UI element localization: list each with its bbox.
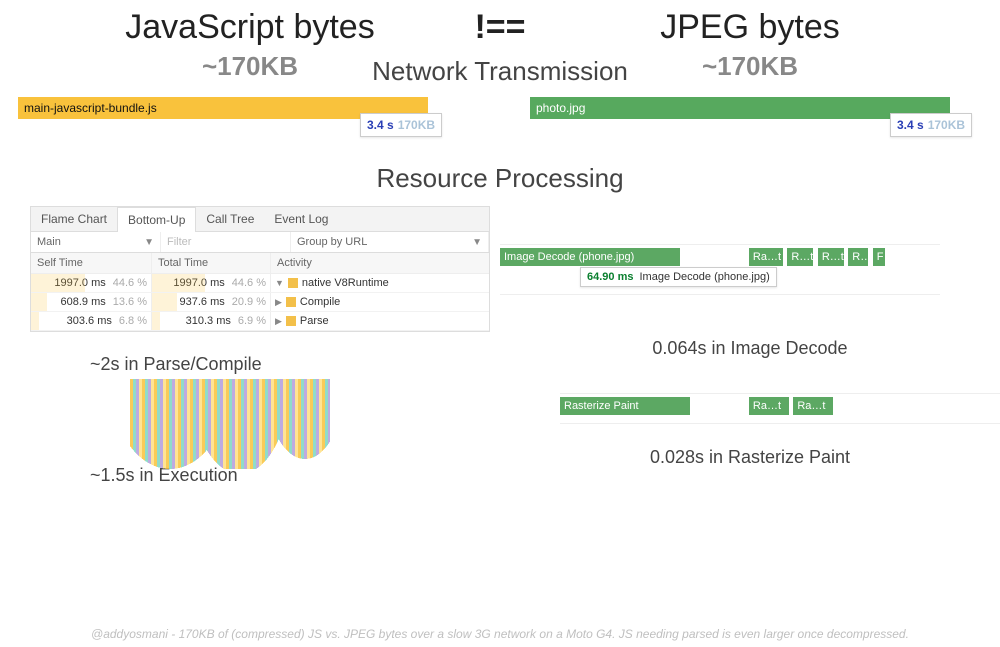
filter-scope-label: Main bbox=[37, 236, 61, 248]
col-self-time[interactable]: Self Time bbox=[31, 253, 151, 273]
devtools-filters: Main ▼ Filter Group by URL ▼ bbox=[31, 232, 489, 253]
image-decode-timeline: Image Decode (phone.jpg) Ra…t R…t R…t R…… bbox=[500, 244, 940, 312]
right-size: ~170KB bbox=[702, 51, 798, 82]
activity-swatch-icon bbox=[286, 316, 296, 326]
js-time: 3.4 s bbox=[367, 118, 394, 132]
flame-chart-thumbnail bbox=[130, 379, 330, 469]
expand-icon[interactable]: ▼ bbox=[275, 278, 284, 288]
decode-tooltip-time: 64.90 ms bbox=[587, 271, 633, 283]
caption-parse-compile: ~2s in Parse/Compile bbox=[90, 354, 500, 375]
decode-small-block: Ra…t bbox=[749, 248, 783, 266]
activity-swatch-icon bbox=[288, 278, 298, 288]
decode-small-block: R… bbox=[848, 248, 868, 266]
col-activity[interactable]: Activity bbox=[271, 253, 489, 273]
cell-total-time: 310.3 ms6.9 % bbox=[151, 312, 271, 330]
cell-self-time: 608.9 ms13.6 % bbox=[31, 293, 151, 311]
table-row[interactable]: 303.6 ms6.8 %310.3 ms6.9 %▶Parse bbox=[31, 312, 489, 331]
jpeg-network-metric: 3.4 s 170KB bbox=[890, 113, 972, 137]
filter-placeholder: Filter bbox=[167, 236, 191, 248]
expand-icon[interactable]: ▶ bbox=[275, 297, 282, 308]
decode-tooltip-label: Image Decode (phone.jpg) bbox=[639, 271, 769, 283]
chevron-down-icon: ▼ bbox=[104, 237, 154, 248]
devtools-tabs: Flame Chart Bottom-Up Call Tree Event Lo… bbox=[31, 207, 489, 232]
decode-small-block: R…t bbox=[787, 248, 813, 266]
filter-input[interactable]: Filter bbox=[161, 232, 291, 252]
jpeg-network-bar: photo.jpg bbox=[530, 97, 950, 119]
cell-activity: ▼native V8Runtime bbox=[271, 274, 489, 292]
cell-activity: ▶Parse bbox=[271, 312, 489, 330]
tab-bottom-up[interactable]: Bottom-Up bbox=[117, 207, 196, 232]
raster-small-block: Ra…t bbox=[749, 397, 789, 415]
filter-scope[interactable]: Main ▼ bbox=[31, 232, 161, 252]
tab-flame-chart[interactable]: Flame Chart bbox=[31, 207, 117, 231]
decode-small-block: F bbox=[873, 248, 885, 266]
decode-tooltip: 64.90 ms Image Decode (phone.jpg) bbox=[580, 267, 777, 287]
left-title: JavaScript bytes bbox=[125, 8, 374, 47]
table-row[interactable]: 1997.0 ms44.6 %1997.0 ms44.6 %▼native V8… bbox=[31, 274, 489, 293]
js-network-metric: 3.4 s 170KB bbox=[360, 113, 442, 137]
rasterize-timeline: Rasterize Paint Ra…t Ra…t bbox=[560, 393, 1000, 435]
cell-activity: ▶Compile bbox=[271, 293, 489, 311]
expand-icon[interactable]: ▶ bbox=[275, 316, 282, 327]
cell-self-time: 303.6 ms6.8 % bbox=[31, 312, 151, 330]
col-total-time[interactable]: Total Time bbox=[151, 253, 271, 273]
right-title: JPEG bytes bbox=[660, 8, 840, 47]
decode-small-block: R…t bbox=[818, 248, 844, 266]
caption-raster: 0.028s in Rasterize Paint bbox=[500, 447, 1000, 468]
activity-swatch-icon bbox=[286, 297, 296, 307]
jpeg-size: 170KB bbox=[928, 118, 965, 132]
cell-total-time: 937.6 ms20.9 % bbox=[151, 293, 271, 311]
js-size: 170KB bbox=[398, 118, 435, 132]
table-row[interactable]: 608.9 ms13.6 %937.6 ms20.9 %▶Compile bbox=[31, 293, 489, 312]
raster-main-block: Rasterize Paint bbox=[560, 397, 690, 415]
decode-main-block: Image Decode (phone.jpg) bbox=[500, 248, 680, 266]
cell-self-time: 1997.0 ms44.6 % bbox=[31, 274, 151, 292]
filter-group[interactable]: Group by URL ▼ bbox=[291, 232, 489, 252]
tab-call-tree[interactable]: Call Tree bbox=[196, 207, 264, 231]
section-processing: Resource Processing bbox=[0, 163, 1000, 194]
filter-group-label: Group by URL bbox=[297, 236, 367, 248]
table-header: Self Time Total Time Activity bbox=[31, 253, 489, 274]
chevron-down-icon: ▼ bbox=[432, 237, 482, 248]
caption-image-decode: 0.064s in Image Decode bbox=[500, 338, 1000, 359]
cell-total-time: 1997.0 ms44.6 % bbox=[151, 274, 271, 292]
tab-event-log[interactable]: Event Log bbox=[264, 207, 338, 231]
jpeg-time: 3.4 s bbox=[897, 118, 924, 132]
footer-credit: @addyosmani - 170KB of (compressed) JS v… bbox=[0, 627, 1000, 641]
left-size: ~170KB bbox=[202, 51, 298, 82]
raster-small-block: Ra…t bbox=[793, 397, 833, 415]
devtools-panel: Flame Chart Bottom-Up Call Tree Event Lo… bbox=[30, 206, 490, 332]
